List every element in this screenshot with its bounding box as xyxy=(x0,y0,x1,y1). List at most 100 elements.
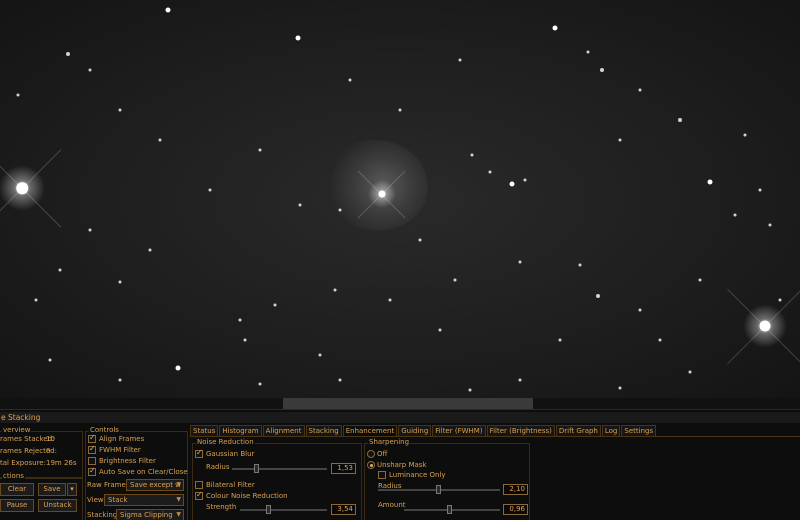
sharp-amount-slider-track[interactable] xyxy=(404,509,500,511)
star xyxy=(558,338,562,342)
save-dropdown-button[interactable]: ▾ xyxy=(67,483,77,496)
star xyxy=(552,25,558,31)
sharp-radius-value[interactable]: 2,10 xyxy=(503,484,528,495)
unsharp-mask-radio[interactable] xyxy=(367,461,375,469)
star xyxy=(688,370,692,374)
view-select[interactable]: Stack ▼ xyxy=(104,494,184,506)
raw-frames-value: Save except w xyxy=(130,481,181,489)
star xyxy=(398,108,402,112)
view-label: View xyxy=(87,496,104,504)
chevron-down-icon: ▼ xyxy=(176,481,181,488)
nr-strength-slider-thumb[interactable] xyxy=(266,505,271,514)
star xyxy=(273,303,277,307)
pause-button[interactable]: Pause xyxy=(0,499,34,512)
colour-noise-reduction-label: Colour Noise Reduction xyxy=(206,492,288,500)
star xyxy=(600,68,604,72)
star xyxy=(318,353,322,357)
fwhm-filter-checkbox[interactable] xyxy=(88,444,96,454)
sharp-amount-slider-thumb[interactable] xyxy=(447,505,452,514)
star-core xyxy=(759,320,771,332)
star xyxy=(758,188,762,192)
stacked-image-viewer[interactable] xyxy=(0,0,800,400)
star xyxy=(618,138,622,142)
total-exposure-value: 19m 26s xyxy=(46,459,77,467)
star xyxy=(258,148,262,152)
star xyxy=(208,188,212,192)
star xyxy=(165,7,171,13)
colour-noise-reduction-checkbox[interactable] xyxy=(195,490,203,500)
star xyxy=(468,388,472,392)
star xyxy=(88,228,92,232)
star xyxy=(118,378,122,382)
align-frames-label: Align Frames xyxy=(99,435,145,443)
raw-frames-select[interactable]: Save except w ▼ xyxy=(126,479,184,491)
star xyxy=(158,138,162,142)
star xyxy=(453,278,457,282)
bilateral-filter-checkbox[interactable] xyxy=(195,481,203,489)
star xyxy=(388,298,392,302)
star xyxy=(348,78,352,82)
gaussian-blur-label: Gaussian Blur xyxy=(206,450,255,458)
star xyxy=(48,358,52,362)
image-horizontal-scrollbar[interactable] xyxy=(0,398,800,409)
star xyxy=(578,263,582,267)
star xyxy=(333,288,337,292)
noise-reduction-legend: Noise Reduction xyxy=(196,438,255,446)
star xyxy=(418,238,422,242)
sharp-amount-value[interactable]: 0,96 xyxy=(503,504,528,515)
star xyxy=(34,298,38,302)
stacking-label: Stacking xyxy=(87,511,118,519)
star-core xyxy=(378,190,386,198)
nr-radius-value[interactable]: 1,53 xyxy=(331,463,356,474)
frames-stacked-value: 10 xyxy=(46,435,55,443)
star xyxy=(523,178,527,182)
nr-radius-slider-track[interactable] xyxy=(232,468,327,470)
star xyxy=(238,318,242,322)
star xyxy=(175,365,181,371)
actions-legend: ctions xyxy=(2,472,25,480)
nr-strength-value[interactable]: 3,54 xyxy=(331,504,356,515)
stacking-method-select[interactable]: Sigma Clipping ▼ xyxy=(116,509,184,520)
star xyxy=(458,58,462,62)
star xyxy=(258,382,262,386)
star xyxy=(470,153,474,157)
auto-save-checkbox[interactable] xyxy=(88,466,96,476)
star xyxy=(768,223,772,227)
nr-strength-label: Strength xyxy=(206,503,237,511)
stacking-panel: e Stacking verview rames Stacked: 10 ram… xyxy=(0,409,800,520)
clear-button[interactable]: Clear xyxy=(0,483,34,496)
sharp-radius-slider-thumb[interactable] xyxy=(436,485,441,494)
luminance-only-label: Luminance Only xyxy=(389,471,446,479)
star xyxy=(509,181,515,187)
bilateral-filter-label: Bilateral Filter xyxy=(206,481,255,489)
gaussian-blur-checkbox[interactable] xyxy=(195,448,203,458)
chevron-down-icon: ▼ xyxy=(176,496,181,503)
luminance-only-checkbox[interactable] xyxy=(378,471,386,479)
sharpening-off-radio[interactable] xyxy=(367,450,375,458)
star xyxy=(743,133,747,137)
unstack-button[interactable]: Unstack xyxy=(38,499,77,512)
overview-legend: verview xyxy=(2,426,32,434)
sharpening-off-label: Off xyxy=(377,450,388,458)
brightness-filter-checkbox[interactable] xyxy=(88,457,96,465)
star xyxy=(586,50,590,54)
star xyxy=(678,118,682,122)
star xyxy=(118,280,122,284)
star xyxy=(596,294,600,298)
scrollbar-thumb[interactable] xyxy=(283,398,533,409)
star xyxy=(88,68,92,72)
star-core xyxy=(16,182,28,194)
star xyxy=(638,88,642,92)
star xyxy=(118,108,122,112)
star xyxy=(298,203,302,207)
star xyxy=(518,260,522,264)
star xyxy=(733,213,737,217)
star xyxy=(778,298,782,302)
nr-radius-slider-thumb[interactable] xyxy=(254,464,259,473)
view-value: Stack xyxy=(108,496,128,504)
save-button[interactable]: Save xyxy=(38,483,66,496)
align-frames-checkbox[interactable] xyxy=(88,433,96,443)
nr-radius-label: Radius xyxy=(206,463,230,471)
nr-strength-slider-track[interactable] xyxy=(240,509,327,511)
star xyxy=(148,248,152,252)
